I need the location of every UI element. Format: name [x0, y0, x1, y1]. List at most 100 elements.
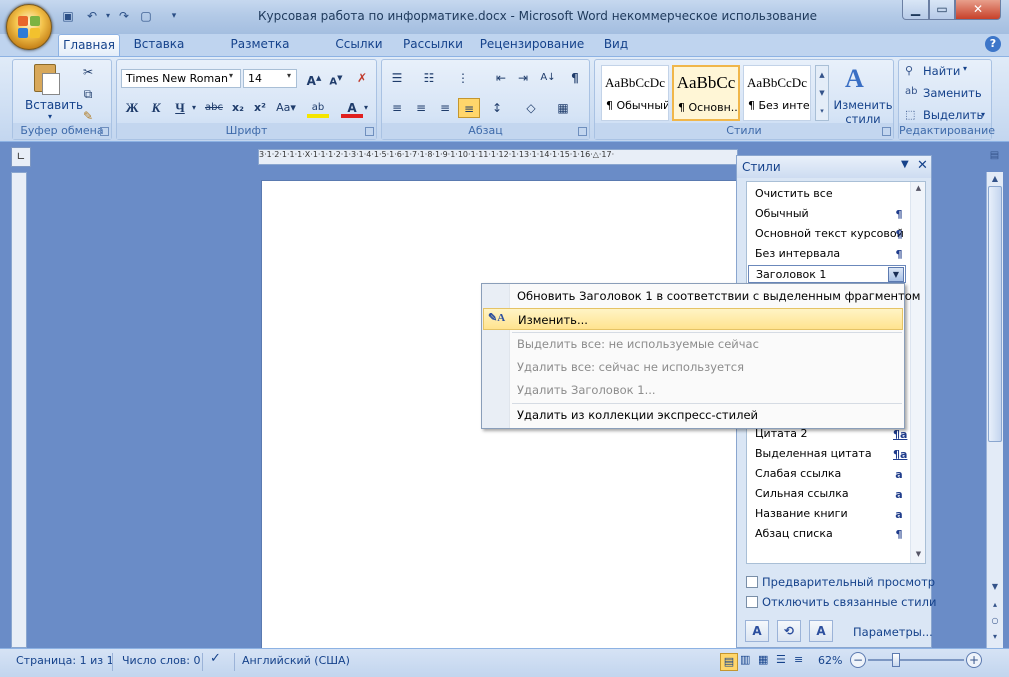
find-button[interactable]: Найти — [923, 64, 960, 78]
minimize-button[interactable]: ▁ — [902, 0, 929, 20]
style-item[interactable]: Сильная ссылка — [748, 485, 906, 503]
quick-style-normal[interactable]: AaBbCcDc ¶ Обычный — [601, 65, 669, 121]
style-item[interactable]: Выделенная цитата — [748, 445, 906, 463]
view-ruler-icon[interactable]: ▤ — [986, 150, 1003, 168]
strikethrough-icon[interactable]: abc — [203, 98, 225, 118]
quick-style-main-text[interactable]: AaBbCc ¶ Основн... — [672, 65, 740, 121]
prev-page-icon[interactable]: ▴ — [988, 600, 1002, 614]
font-color-icon[interactable]: A — [341, 98, 363, 118]
close-button[interactable]: ✕ — [955, 0, 1001, 20]
line-spacing-icon[interactable]: ↕ — [486, 98, 508, 118]
pane-menu-icon[interactable]: ▼ — [901, 159, 909, 170]
decrease-indent-icon[interactable]: ⇤ — [490, 68, 512, 88]
print-layout-view-icon[interactable]: ▤ — [720, 653, 738, 671]
style-item[interactable]: Основной текст курсовой — [748, 225, 906, 243]
tab-selector[interactable]: ∟ — [11, 147, 31, 167]
borders-icon[interactable]: ▦ — [552, 98, 574, 118]
align-left-icon[interactable]: ≡ — [386, 98, 408, 118]
preview-checkbox[interactable] — [746, 576, 758, 588]
scroll-thumb[interactable] — [988, 186, 1002, 442]
help-icon[interactable]: ? — [985, 36, 1001, 52]
style-dropdown-icon[interactable]: ▼ — [888, 267, 904, 282]
zoom-level[interactable]: 62% — [818, 654, 842, 667]
find-dropdown-icon[interactable]: ▾ — [963, 64, 967, 73]
increase-indent-icon[interactable]: ⇥ — [512, 68, 534, 88]
redo-icon[interactable]: ↷ — [116, 8, 132, 24]
menu-item-modify[interactable]: Изменить... — [483, 308, 903, 330]
underline-dropdown-icon[interactable]: ▾ — [189, 98, 199, 118]
cut-icon[interactable]: ✂ — [77, 62, 99, 82]
outline-view-icon[interactable]: ☰ — [776, 653, 786, 666]
clear-formatting-icon[interactable]: ✗ — [351, 68, 373, 88]
style-item[interactable]: Абзац списка — [748, 525, 906, 543]
style-item[interactable]: Название книги — [748, 505, 906, 523]
tab-home[interactable]: Главная — [58, 34, 120, 56]
browse-object-icon[interactable]: ○ — [988, 616, 1002, 630]
paste-dropdown-icon[interactable]: ▾ — [37, 112, 63, 121]
show-marks-icon[interactable]: ¶ — [564, 68, 586, 88]
numbering-icon[interactable]: ☷ — [418, 68, 440, 88]
zoom-in-icon[interactable]: + — [966, 652, 982, 668]
highlight-icon[interactable]: ab — [307, 98, 329, 118]
menu-item-remove-from-gallery[interactable]: Удалить из коллекции экспресс-стилей — [483, 404, 903, 426]
scroll-down-icon[interactable]: ▼ — [988, 582, 1002, 596]
style-item[interactable]: Без интервала — [748, 245, 906, 263]
superscript-icon[interactable]: x² — [249, 98, 271, 118]
options-link[interactable]: Параметры... — [853, 625, 933, 639]
shrink-font-icon[interactable]: A▼ — [325, 68, 347, 88]
font-name-dropdown-icon[interactable]: ▾ — [229, 71, 233, 80]
pane-close-icon[interactable]: ✕ — [917, 158, 928, 173]
new-document-icon[interactable]: ▢ — [138, 8, 154, 24]
tab-insert[interactable]: Вставка — [126, 34, 192, 56]
tab-page-layout[interactable]: Разметка страницы — [198, 34, 322, 71]
vertical-scrollbar[interactable]: ▲ ▼ ▴ ○ ▾ — [986, 172, 1003, 648]
grow-font-icon[interactable]: A▲ — [303, 68, 325, 88]
quick-style-no-spacing[interactable]: AaBbCcDc ¶ Без инте... — [743, 65, 811, 121]
sort-icon[interactable]: A↓ — [537, 68, 559, 88]
tab-mailings[interactable]: Рассылки — [398, 34, 468, 56]
customize-qat-icon[interactable]: ▾ — [166, 8, 182, 24]
language-indicator[interactable]: Английский (США) — [242, 654, 350, 667]
style-inspector-icon[interactable]: ⟲ — [777, 620, 801, 642]
style-item[interactable]: Слабая ссылка — [748, 465, 906, 483]
disable-linked-checkbox[interactable] — [746, 596, 758, 608]
styles-launcher-icon[interactable] — [882, 127, 891, 136]
select-dropdown-icon[interactable]: ▾ — [981, 110, 985, 119]
undo-icon[interactable]: ↶ — [84, 8, 100, 24]
word-count[interactable]: Число слов: 0 — [122, 654, 201, 667]
menu-item-update-style[interactable]: Обновить Заголовок 1 в соответствии с вы… — [483, 285, 920, 307]
shading-icon[interactable]: ◇ — [520, 98, 542, 118]
scroll-up-icon[interactable]: ▲ — [911, 184, 926, 192]
proofing-icon[interactable]: ✓ — [210, 651, 221, 666]
justify-icon[interactable]: ≡ — [458, 98, 480, 118]
style-item-selected[interactable]: Заголовок 1 — [748, 265, 906, 283]
bold-button[interactable]: Ж — [121, 98, 143, 118]
tab-view[interactable]: Вид — [596, 34, 636, 56]
font-color-dropdown-icon[interactable]: ▾ — [361, 98, 371, 118]
vertical-ruler[interactable] — [11, 172, 27, 648]
font-name-combo[interactable]: Times New Roman — [121, 69, 241, 88]
page-count[interactable]: Страница: 1 из 1 — [16, 654, 114, 667]
multilevel-list-icon[interactable]: ⋮ — [452, 68, 474, 88]
style-item[interactable]: Очистить все — [748, 185, 906, 203]
clipboard-launcher-icon[interactable] — [100, 127, 109, 136]
copy-icon[interactable]: ⧉ — [77, 84, 99, 104]
align-right-icon[interactable]: ≡ — [434, 98, 456, 118]
style-list-scrollbar[interactable]: ▲ ▼ — [910, 182, 925, 563]
style-item[interactable]: Обычный — [748, 205, 906, 223]
next-page-icon[interactable]: ▾ — [988, 632, 1002, 646]
tab-references[interactable]: Ссылки — [330, 34, 388, 56]
change-case-icon[interactable]: Aa▾ — [275, 98, 297, 118]
paste-button[interactable] — [29, 64, 63, 102]
maximize-button[interactable]: ▭ — [929, 0, 955, 20]
new-style-icon[interactable]: A — [745, 620, 769, 642]
scroll-down-icon[interactable]: ▼ — [911, 550, 926, 558]
zoom-slider-thumb[interactable] — [892, 653, 900, 667]
italic-button[interactable]: К — [145, 98, 167, 118]
save-icon[interactable]: ▣ — [60, 8, 76, 24]
underline-button[interactable]: Ч — [169, 98, 191, 118]
gallery-scroll[interactable]: ▲ ▼ ▾ — [815, 65, 829, 121]
font-size-dropdown-icon[interactable]: ▾ — [287, 71, 291, 80]
replace-button[interactable]: Заменить — [923, 86, 982, 100]
office-button[interactable] — [6, 4, 52, 50]
